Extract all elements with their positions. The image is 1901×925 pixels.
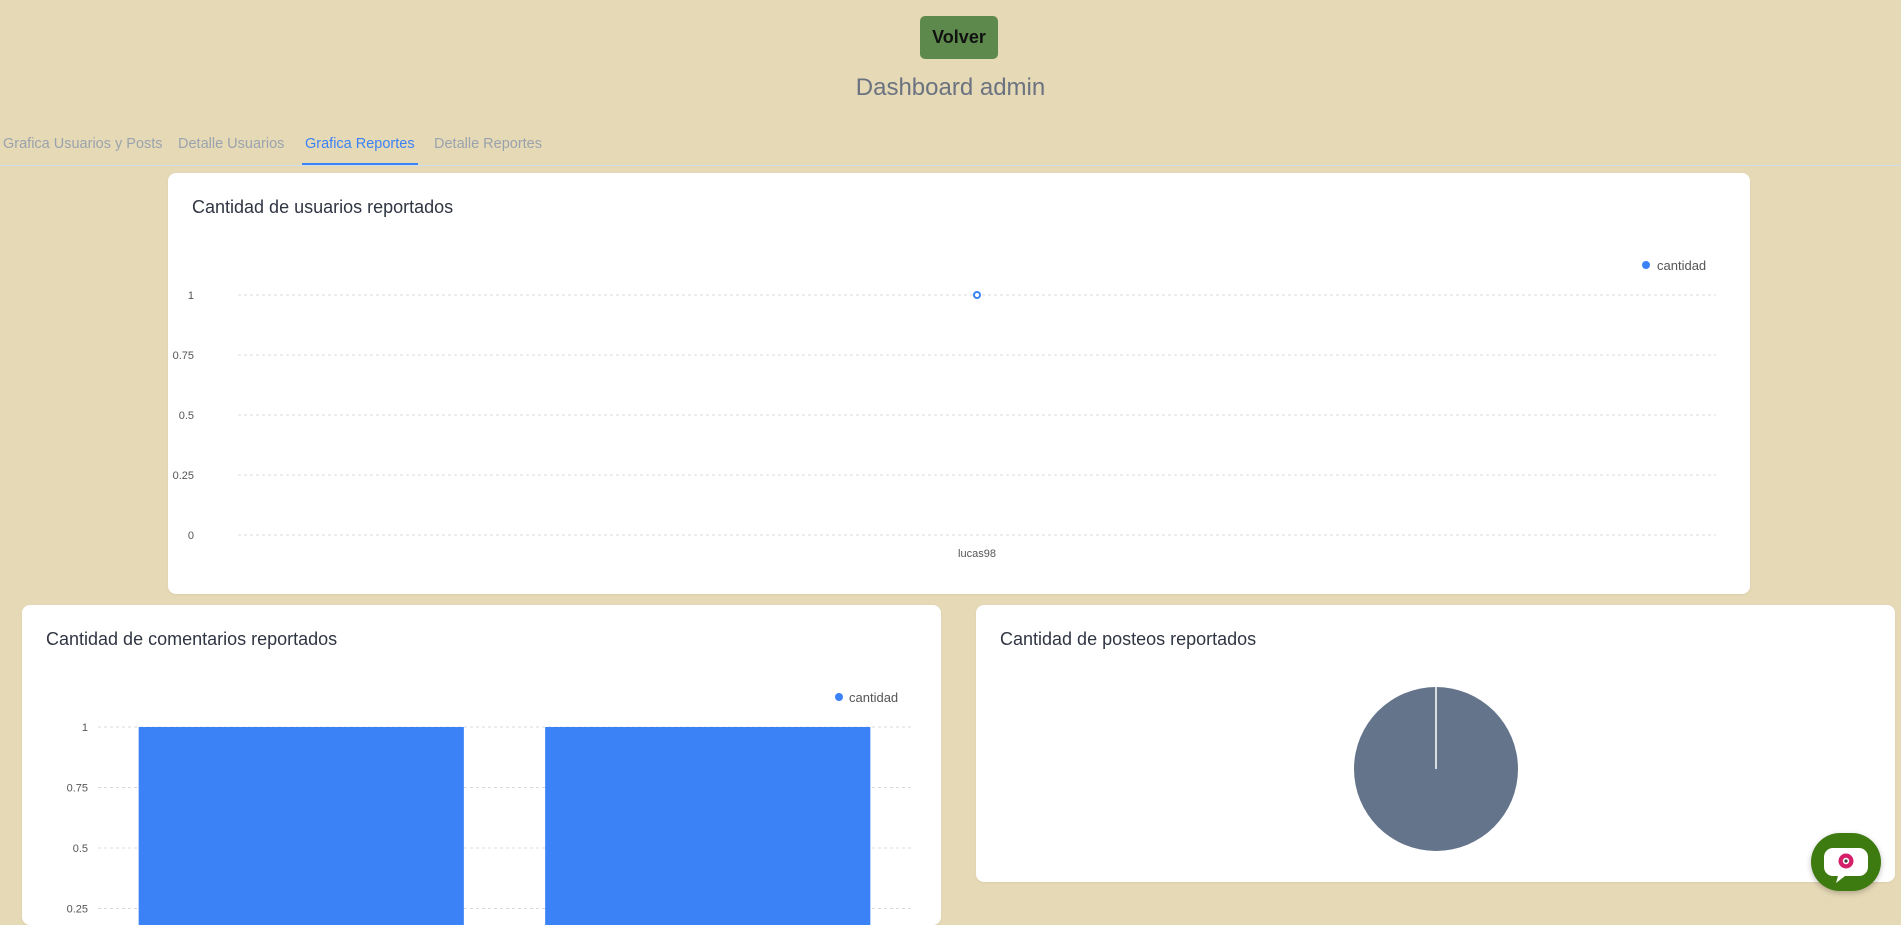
legend-marker [1642, 261, 1650, 269]
tab-grafica-usuarios-posts[interactable]: Grafica Usuarios y Posts [0, 136, 166, 163]
legend-label: cantidad [1657, 258, 1706, 273]
tab-detalle-usuarios[interactable]: Detalle Usuarios [175, 136, 287, 163]
posts-reported-chart [1354, 687, 1518, 851]
y-tick-label: 0.25 [67, 904, 88, 916]
legend-marker [835, 693, 843, 701]
chatbot-icon [1824, 848, 1868, 883]
y-tick-label: 1 [188, 290, 194, 302]
users-reported-chart: 0 0.25 0.5 0.75 1 lucas98 cantidad [173, 258, 1716, 560]
y-tick-label: 0 [188, 530, 194, 542]
tab-detalle-reportes[interactable]: Detalle Reportes [431, 136, 545, 163]
tab-grafica-reportes[interactable]: Grafica Reportes [302, 136, 418, 165]
page-title: Dashboard admin [855, 74, 1046, 101]
y-tick-label: 1 [82, 722, 88, 734]
data-point [973, 291, 981, 299]
y-tick-label: 0.75 [173, 350, 194, 362]
comments-reported-card: Cantidad de comentarios reportados 0.25 0… [22, 605, 941, 925]
posts-reported-card: Cantidad de posteos reportados [976, 605, 1895, 882]
chat-button[interactable] [1811, 833, 1881, 891]
bar [138, 727, 464, 925]
y-tick-label: 0.5 [73, 843, 88, 855]
tab-bar: Grafica Usuarios y Posts Detalle Usuario… [0, 126, 1901, 166]
y-tick-label: 0.25 [173, 470, 194, 482]
y-tick-label: 0.75 [67, 783, 88, 795]
back-button[interactable]: Volver [920, 16, 998, 59]
legend-label: cantidad [849, 690, 898, 705]
comments-reported-chart: 0.25 0.5 0.75 1 cantidad [67, 690, 911, 925]
x-tick-label: lucas98 [958, 548, 996, 560]
users-reported-card: Cantidad de usuarios reportados 0 0.25 0.5… [168, 173, 1750, 594]
bar [545, 727, 871, 925]
y-tick-label: 0.5 [179, 410, 194, 422]
